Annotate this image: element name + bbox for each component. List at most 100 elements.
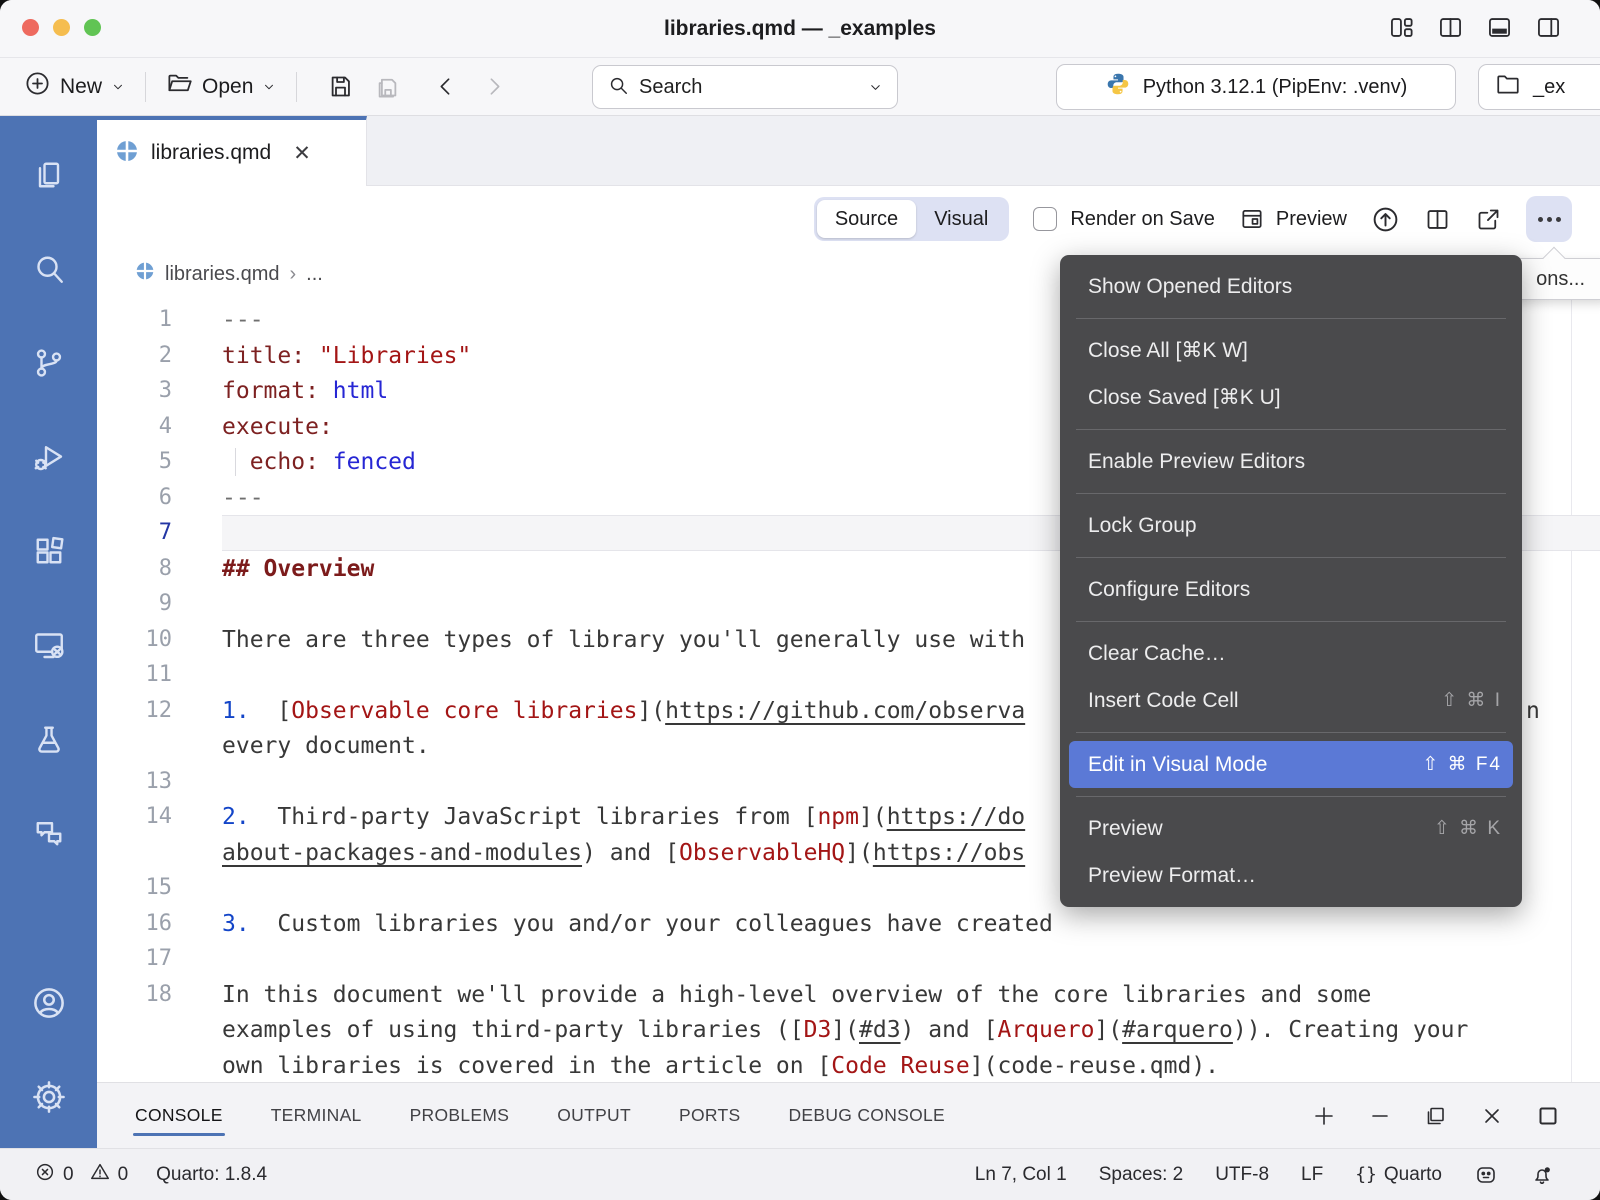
- menu-item[interactable]: Preview Format…: [1060, 852, 1522, 899]
- menu-item[interactable]: Show Opened Editors: [1060, 263, 1522, 310]
- menu-item[interactable]: Close All [⌘K W]: [1060, 327, 1522, 374]
- project-selector[interactable]: _ex: [1478, 64, 1600, 110]
- split-editor-icon[interactable]: [1424, 206, 1451, 233]
- menu-item[interactable]: Preview⇧ ⌘ K: [1060, 805, 1522, 852]
- panel-tab-debug-console[interactable]: DEBUG CONSOLE: [786, 1097, 947, 1134]
- panel-tab-terminal[interactable]: TERMINAL: [269, 1097, 364, 1134]
- language-mode-status[interactable]: {} Quarto: [1355, 1164, 1442, 1186]
- navigate-forward-icon[interactable]: [482, 74, 507, 99]
- menu-divider: [1076, 493, 1506, 494]
- status-bar: 0 0 Quarto: 1.8.4 Ln 7, Col 1 Spaces: 2 …: [0, 1148, 1600, 1200]
- panel-tab-problems[interactable]: PROBLEMS: [408, 1097, 512, 1134]
- source-mode-button[interactable]: Source: [817, 200, 916, 238]
- render-on-save-label: Render on Save: [1070, 208, 1215, 231]
- panel-tab-console[interactable]: CONSOLE: [133, 1097, 225, 1134]
- line-number: 17: [97, 941, 172, 977]
- panel-tab-ports[interactable]: PORTS: [677, 1097, 742, 1134]
- line-number: 5: [97, 444, 172, 480]
- line-number: 4: [97, 409, 172, 445]
- close-panel-icon[interactable]: [1480, 1104, 1504, 1128]
- menu-item[interactable]: Enable Preview Editors: [1060, 438, 1522, 485]
- navigate-back-icon[interactable]: [433, 74, 458, 99]
- preview-label: Preview: [1276, 208, 1347, 231]
- braces-icon: {}: [1355, 1164, 1377, 1185]
- search-icon: [607, 74, 629, 101]
- activity-bar: [0, 116, 97, 1148]
- render-document-icon[interactable]: [1371, 205, 1400, 234]
- warning-triangle-icon: [89, 1161, 111, 1189]
- save-all-icon[interactable]: [374, 73, 401, 100]
- search-sidebar-icon[interactable]: [2, 222, 96, 316]
- indentation-status[interactable]: Spaces: 2: [1099, 1164, 1184, 1186]
- feedback-smiley-icon[interactable]: [1474, 1163, 1498, 1187]
- interpreter-selector[interactable]: Python 3.12.1 (PipEnv: .venv): [1056, 64, 1456, 110]
- menu-item[interactable]: Configure Editors: [1060, 566, 1522, 613]
- split-editor-layout-icon[interactable]: [1437, 14, 1464, 41]
- editor-context-menu: Show Opened Editors Close All [⌘K W]Close…: [1060, 255, 1522, 907]
- breadcrumb-ellipsis[interactable]: ...: [306, 263, 323, 286]
- encoding-status[interactable]: UTF-8: [1215, 1164, 1269, 1186]
- line-number: 12: [97, 693, 172, 729]
- minimize-window-button[interactable]: [53, 19, 70, 36]
- chat-icon[interactable]: [2, 786, 96, 880]
- main-toolbar: New Open Search Python 3.12.1 (PipEnv: .…: [0, 58, 1600, 116]
- toggle-panel-icon[interactable]: [1486, 14, 1513, 41]
- remote-explorer-icon[interactable]: [2, 598, 96, 692]
- menu-item[interactable]: Close Saved [⌘K U]: [1060, 374, 1522, 421]
- line-number: 14: [97, 799, 172, 835]
- more-actions-button[interactable]: [1526, 196, 1572, 242]
- cursor-position-status[interactable]: Ln 7, Col 1: [975, 1164, 1067, 1186]
- source-control-icon[interactable]: [2, 316, 96, 410]
- maximize-panel-icon[interactable]: [1536, 1104, 1560, 1128]
- code-line[interactable]: 18In this document we'll provide a high-…: [97, 977, 1600, 1013]
- problems-status[interactable]: 0 0: [34, 1161, 128, 1189]
- code-line[interactable]: 163. Custom libraries you and/or your co…: [97, 906, 1600, 942]
- zoom-window-button[interactable]: [84, 19, 101, 36]
- code-line[interactable]: examples of using third-party libraries …: [97, 1012, 1600, 1048]
- menu-item[interactable]: Clear Cache…: [1060, 630, 1522, 677]
- restore-panel-icon[interactable]: [1424, 1104, 1448, 1128]
- save-icon[interactable]: [327, 73, 354, 100]
- tab-libraries-qmd[interactable]: libraries.qmd ✕: [97, 116, 367, 186]
- code-line[interactable]: own libraries is covered in the article …: [97, 1048, 1600, 1083]
- new-console-plus-icon[interactable]: [1312, 1104, 1336, 1128]
- testing-icon[interactable]: [2, 692, 96, 786]
- eol-status[interactable]: LF: [1301, 1164, 1323, 1186]
- new-label: New: [60, 75, 102, 99]
- menu-divider: [1076, 429, 1506, 430]
- visual-mode-button[interactable]: Visual: [916, 200, 1006, 238]
- quarto-version-status[interactable]: Quarto: 1.8.4: [156, 1164, 267, 1186]
- explorer-icon[interactable]: [2, 128, 96, 222]
- preview-button[interactable]: Preview: [1239, 206, 1347, 232]
- open-in-new-window-icon[interactable]: [1475, 206, 1502, 233]
- toggle-secondary-sidebar-icon[interactable]: [1535, 14, 1562, 41]
- line-number: 18: [97, 977, 172, 1013]
- customize-layout-icon[interactable]: [1388, 14, 1415, 41]
- minimize-panel-icon[interactable]: [1368, 1104, 1392, 1128]
- search-input[interactable]: Search: [592, 65, 898, 109]
- line-number: 8: [97, 551, 172, 587]
- menu-item[interactable]: Lock Group: [1060, 502, 1522, 549]
- menu-item[interactable]: Insert Code Cell⇧ ⌘ I: [1060, 677, 1522, 724]
- menu-divider: [1076, 557, 1506, 558]
- menu-item[interactable]: Edit in Visual Mode⇧ ⌘ F4: [1069, 741, 1513, 788]
- line-number: 7: [97, 515, 172, 551]
- run-debug-icon[interactable]: [2, 410, 96, 504]
- breadcrumb-file[interactable]: libraries.qmd: [165, 263, 279, 286]
- window-title: libraries.qmd — _examples: [0, 17, 1600, 41]
- close-window-button[interactable]: [22, 19, 39, 36]
- new-button[interactable]: New: [24, 70, 125, 103]
- extensions-icon[interactable]: [2, 504, 96, 598]
- line-number: 1: [97, 302, 172, 338]
- settings-gear-icon[interactable]: [2, 1050, 96, 1144]
- code-line[interactable]: 17: [97, 941, 1600, 977]
- line-number: 3: [97, 373, 172, 409]
- menu-divider: [1076, 318, 1506, 319]
- notifications-bell-icon[interactable]: [1530, 1163, 1554, 1187]
- open-button[interactable]: Open: [166, 70, 276, 103]
- open-label: Open: [202, 75, 253, 99]
- render-on-save-checkbox[interactable]: [1033, 207, 1057, 231]
- account-icon[interactable]: [2, 956, 96, 1050]
- tab-close-icon[interactable]: ✕: [293, 141, 311, 166]
- panel-tab-output[interactable]: OUTPUT: [555, 1097, 633, 1134]
